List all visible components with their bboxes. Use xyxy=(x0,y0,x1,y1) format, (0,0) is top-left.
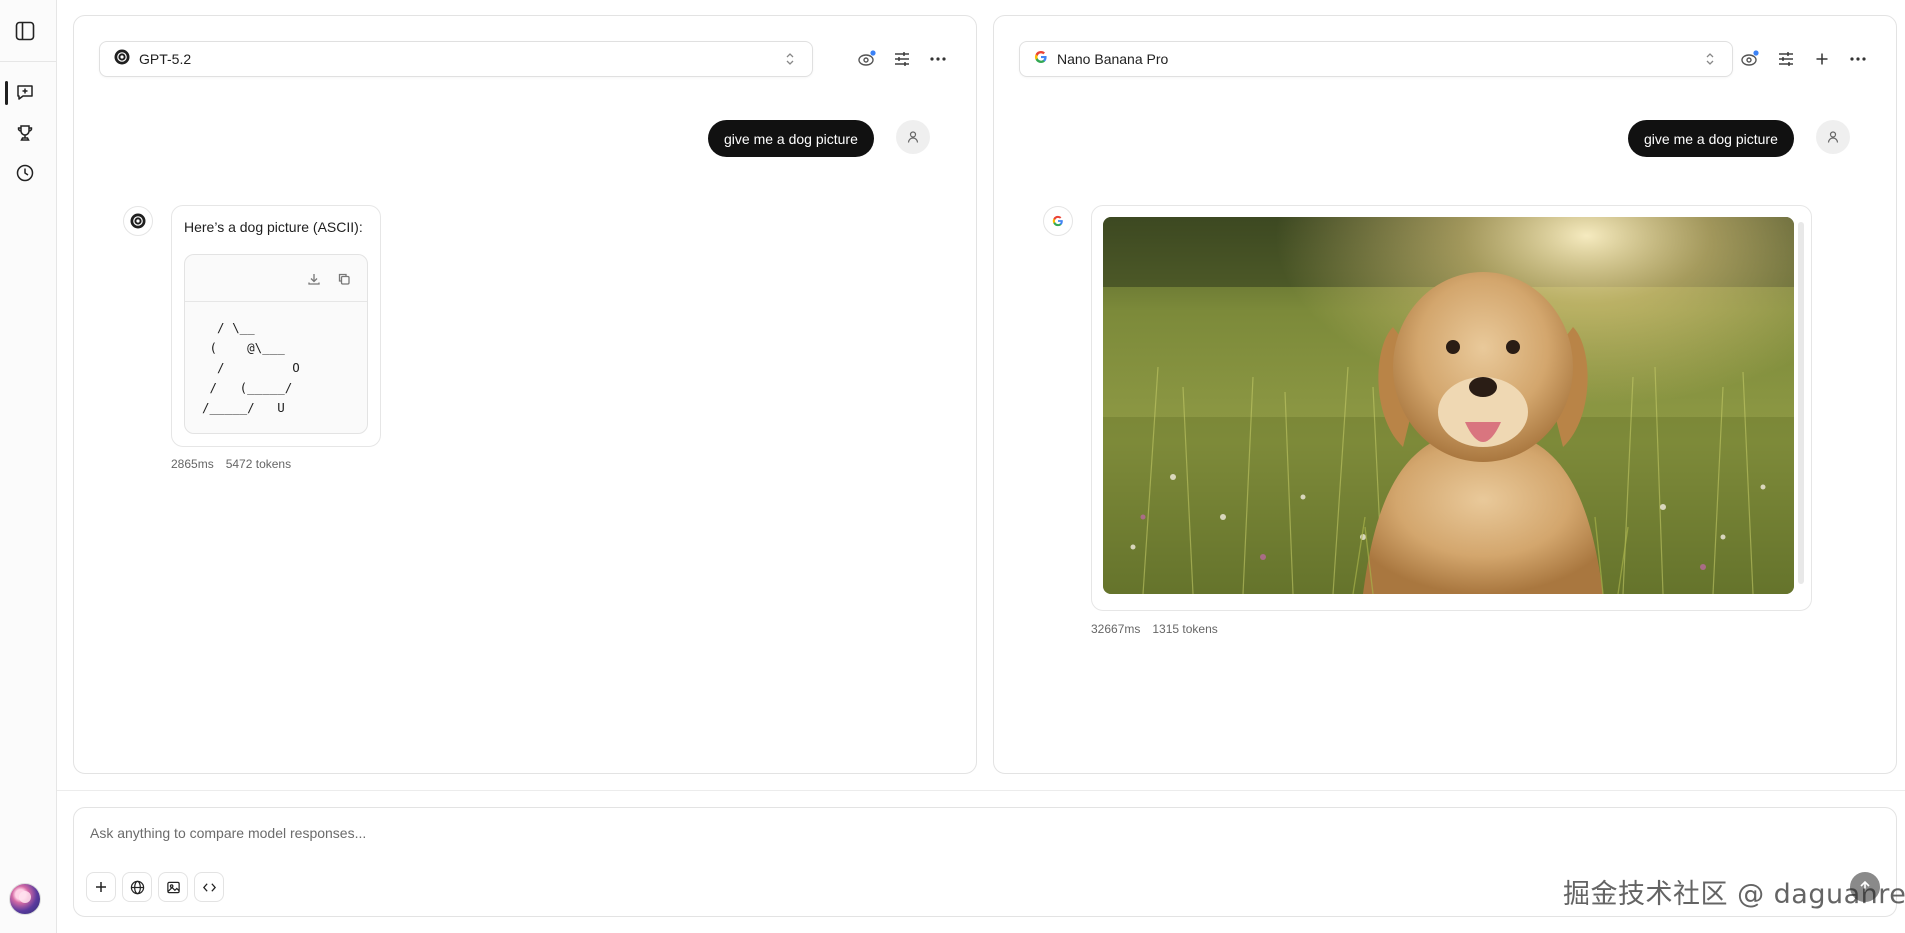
latency: 2865ms xyxy=(171,457,214,471)
web-search-button[interactable] xyxy=(122,872,152,902)
chat-icon[interactable] xyxy=(12,80,38,106)
settings-sliders-icon[interactable] xyxy=(1775,48,1797,70)
code-block: / \__ ( @\___ / O / (_____/ /_____/ U xyxy=(184,254,368,434)
model-panel-right: Nano Banana Pro give me a dog picture 32… xyxy=(993,15,1897,774)
google-avatar-icon xyxy=(1043,206,1073,236)
token-count: 5472 tokens xyxy=(225,457,292,471)
sidebar-toggle-icon[interactable] xyxy=(12,18,38,44)
ascii-art: / \__ ( @\___ / O / (_____/ /_____/ U xyxy=(202,320,300,415)
image-scrollbar[interactable] xyxy=(1798,222,1804,584)
chevron-updown-icon xyxy=(1704,51,1716,72)
latency: 32667ms xyxy=(1091,622,1141,636)
user-message: give me a dog picture xyxy=(1628,120,1794,157)
token-count: 1315 tokens xyxy=(1152,622,1218,636)
chevron-updown-icon xyxy=(784,51,796,72)
trophy-icon[interactable] xyxy=(12,120,38,146)
add-attachment-button[interactable] xyxy=(86,872,116,902)
more-options-icon[interactable] xyxy=(927,48,949,70)
more-options-icon[interactable] xyxy=(1847,48,1869,70)
watermark: 掘金技术社区 @ daguanren xyxy=(1563,879,1905,910)
composer-divider xyxy=(57,790,1905,791)
model-name: Nano Banana Pro xyxy=(1057,51,1169,67)
model-selector[interactable]: Nano Banana Pro xyxy=(1019,41,1733,77)
generated-dog-image[interactable] xyxy=(1103,217,1794,594)
model-name: GPT-5.2 xyxy=(139,51,192,67)
response-card: Here’s a dog picture (ASCII): / \__ ( @\… xyxy=(171,205,381,447)
openai-avatar-icon xyxy=(123,206,153,236)
response-card xyxy=(1091,205,1812,611)
response-text: Here’s a dog picture (ASCII): xyxy=(184,219,363,235)
user-avatar-icon xyxy=(896,120,930,154)
response-meta: 32667ms 1315 tokens xyxy=(1091,622,1230,636)
code-mode-button[interactable] xyxy=(194,872,224,902)
active-indicator xyxy=(5,81,8,105)
code-block-header xyxy=(185,255,367,302)
openai-logo-icon xyxy=(114,49,130,70)
vision-toggle-icon[interactable] xyxy=(856,48,878,70)
prompt-input[interactable] xyxy=(90,822,1590,844)
copy-icon[interactable] xyxy=(335,270,353,288)
model-panel-left: GPT-5.2 give me a dog picture Here’s a d… xyxy=(73,15,977,774)
user-profile-avatar[interactable] xyxy=(9,883,41,915)
user-message: give me a dog picture xyxy=(708,120,874,157)
image-generation-button[interactable] xyxy=(158,872,188,902)
history-icon[interactable] xyxy=(12,160,38,186)
vision-toggle-icon[interactable] xyxy=(1739,48,1761,70)
left-rail xyxy=(0,0,57,933)
user-avatar-icon xyxy=(1816,120,1850,154)
settings-sliders-icon[interactable] xyxy=(891,48,913,70)
download-icon[interactable] xyxy=(305,270,323,288)
add-icon[interactable] xyxy=(1811,48,1833,70)
model-selector[interactable]: GPT-5.2 xyxy=(99,41,813,77)
google-logo-icon xyxy=(1034,50,1048,69)
response-meta: 2865ms 5472 tokens xyxy=(171,457,303,471)
